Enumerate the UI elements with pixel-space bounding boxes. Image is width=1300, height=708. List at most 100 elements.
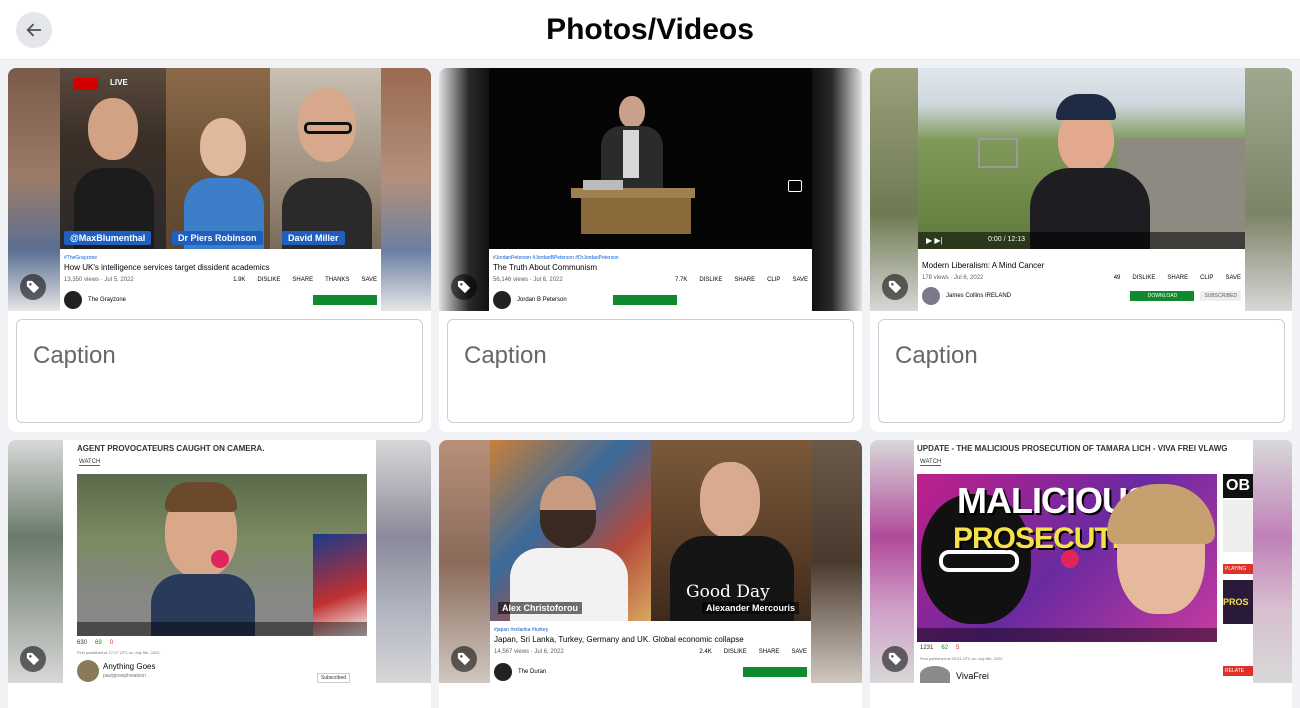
view-count: 14,567 views · Jul 6, 2022 xyxy=(494,649,564,655)
media-thumbnail[interactable]: #JordanPeterson #JordanBPeterson #DrJord… xyxy=(439,68,862,311)
video-screenshot: Good Day Alex Christoforou Alexander Mer… xyxy=(490,440,811,683)
thanks-label: THANKS xyxy=(325,277,350,283)
channel-name: The Duran xyxy=(518,669,547,675)
like-count: 69 xyxy=(95,640,102,646)
published-date: First published at 03:01 UTC on July 6th… xyxy=(920,656,1004,661)
subscribe-bar xyxy=(743,667,807,677)
tag-button[interactable] xyxy=(20,646,46,672)
hashtags: #JordanPeterson #JordanBPeterson #DrJord… xyxy=(493,255,619,261)
channel-name: James Collins IRELAND xyxy=(946,293,1012,299)
view-count: 56,146 views · Jul 6, 2022 xyxy=(493,277,563,283)
media-card: Good Day Alex Christoforou Alexander Mer… xyxy=(439,440,862,708)
subscribe-bar xyxy=(612,295,677,305)
video-title: UPDATE - THE MALICIOUS PROSECUTION OF TA… xyxy=(917,444,1228,453)
video-title: AGENT PROVOCATEURS CAUGHT ON CAMERA. xyxy=(77,444,265,453)
view-count: 1231 xyxy=(920,645,934,651)
tag-icon xyxy=(26,652,40,666)
header: Photos/Videos xyxy=(0,0,1300,60)
caption-input[interactable]: Caption xyxy=(16,319,423,423)
video-screenshot: AGENT PROVOCATEURS CAUGHT ON CAMERA. WAT… xyxy=(63,440,376,683)
like-count: 2.4K xyxy=(699,649,712,655)
like-count: 62 xyxy=(941,645,949,651)
dislike-count: 5 xyxy=(956,645,960,651)
share-label: SHARE xyxy=(1167,275,1189,281)
dislike-label: DISLIKE xyxy=(1132,275,1156,281)
channel-name: The Grayzone xyxy=(88,297,127,303)
side-label: OB xyxy=(1223,474,1253,498)
shirt-text: Good Day xyxy=(686,582,770,602)
view-count: 630 xyxy=(77,640,88,646)
media-thumbnail[interactable]: LIVE @MaxBlumenthal Dr Piers Robinson Da… xyxy=(8,68,431,311)
tag-button[interactable] xyxy=(451,646,477,672)
share-label: SHARE xyxy=(292,277,314,283)
tag-button[interactable] xyxy=(882,274,908,300)
page-title: Photos/Videos xyxy=(546,13,754,46)
video-title: Modern Liberalism: A Mind Cancer xyxy=(922,261,1045,270)
dislike-label: DISLIKE xyxy=(723,649,747,655)
save-label: SAVE xyxy=(792,277,808,283)
dislike-label: DISLIKE xyxy=(699,277,723,283)
side-label: RELATE xyxy=(1223,666,1253,676)
media-card: AGENT PROVOCATEURS CAUGHT ON CAMERA. WAT… xyxy=(8,440,431,708)
channel-name: Anything Goes xyxy=(103,662,156,671)
tag-button[interactable] xyxy=(882,646,908,672)
share-label: SHARE xyxy=(734,277,756,283)
media-thumbnail[interactable]: UPDATE - THE MALICIOUS PROSECUTION OF TA… xyxy=(870,440,1292,683)
channel-avatar xyxy=(77,660,99,682)
name-tag: Alexander Mercouris xyxy=(702,602,800,614)
name-tag: David Miller xyxy=(282,231,345,245)
video-title: Japan, Sri Lanka, Turkey, Germany and UK… xyxy=(494,635,744,644)
channel-avatar xyxy=(922,287,940,305)
channel-name: VivaFrei xyxy=(956,671,989,681)
video-time: 0:00 / 12:13 xyxy=(988,236,1025,243)
tag-button[interactable] xyxy=(451,274,477,300)
video-screenshot: LIVE @MaxBlumenthal Dr Piers Robinson Da… xyxy=(60,68,381,311)
view-count: 13,350 views · Jul 5, 2022 xyxy=(64,277,134,283)
published-date: First published at 17:27 UTC on July 5th… xyxy=(77,650,161,655)
media-card: 0:00 / 12:13 ▶ ▶| Modern Liberalism: A M… xyxy=(870,68,1292,432)
download-button: DOWNLOAD xyxy=(1130,291,1195,301)
watch-tab: WATCH xyxy=(79,459,101,466)
caption-placeholder: Caption xyxy=(33,342,116,369)
tag-icon xyxy=(888,280,902,294)
video-screenshot: #JordanPeterson #JordanBPeterson #DrJord… xyxy=(489,68,812,311)
share-label: SHARE xyxy=(758,649,780,655)
media-thumbnail[interactable]: Good Day Alex Christoforou Alexander Mer… xyxy=(439,440,862,683)
media-thumbnail[interactable]: 0:00 / 12:13 ▶ ▶| Modern Liberalism: A M… xyxy=(870,68,1292,311)
caption-placeholder: Caption xyxy=(464,342,547,369)
caption-input[interactable]: Caption xyxy=(878,319,1285,423)
channel-avatar xyxy=(493,291,511,309)
side-label: PLAYING xyxy=(1223,564,1253,574)
video-title: The Truth About Communism xyxy=(493,263,598,272)
save-label: SAVE xyxy=(1225,275,1241,281)
like-count: 1.9K xyxy=(233,277,246,283)
tag-icon xyxy=(457,280,471,294)
like-count: 49 xyxy=(1113,275,1121,281)
channel-avatar xyxy=(64,291,82,309)
tag-icon xyxy=(888,652,902,666)
caption-placeholder: Caption xyxy=(895,342,978,369)
channel-handle: paulpjosephwatson xyxy=(103,673,146,679)
hashtags: #TheGrayzone xyxy=(64,255,98,261)
clip-label: CLIP xyxy=(1200,275,1214,281)
subscribed-label: SUBSCRIBED xyxy=(1200,291,1241,301)
side-label: PROS xyxy=(1223,580,1253,624)
media-thumbnail[interactable]: AGENT PROVOCATEURS CAUGHT ON CAMERA. WAT… xyxy=(8,440,431,683)
dislike-label: DISLIKE xyxy=(257,277,281,283)
view-count: 178 views · Jul 6, 2022 xyxy=(922,275,984,281)
video-screenshot: 0:00 / 12:13 ▶ ▶| Modern Liberalism: A M… xyxy=(918,68,1245,311)
subscribed-label: Subscribed xyxy=(317,673,351,683)
name-tag: Alex Christoforou xyxy=(498,602,583,614)
tag-icon xyxy=(457,652,471,666)
watch-tab: WATCH xyxy=(920,459,942,466)
media-card: LIVE @MaxBlumenthal Dr Piers Robinson Da… xyxy=(8,68,431,432)
channel-name: Jordan B Peterson xyxy=(517,297,567,303)
tag-button[interactable] xyxy=(20,274,46,300)
tag-icon xyxy=(26,280,40,294)
like-count: 7.7K xyxy=(675,277,688,283)
subscribe-bar xyxy=(313,295,377,305)
caption-input[interactable]: Caption xyxy=(447,319,854,423)
clip-label: CLIP xyxy=(767,277,781,283)
save-label: SAVE xyxy=(791,649,807,655)
media-card: UPDATE - THE MALICIOUS PROSECUTION OF TA… xyxy=(870,440,1292,708)
